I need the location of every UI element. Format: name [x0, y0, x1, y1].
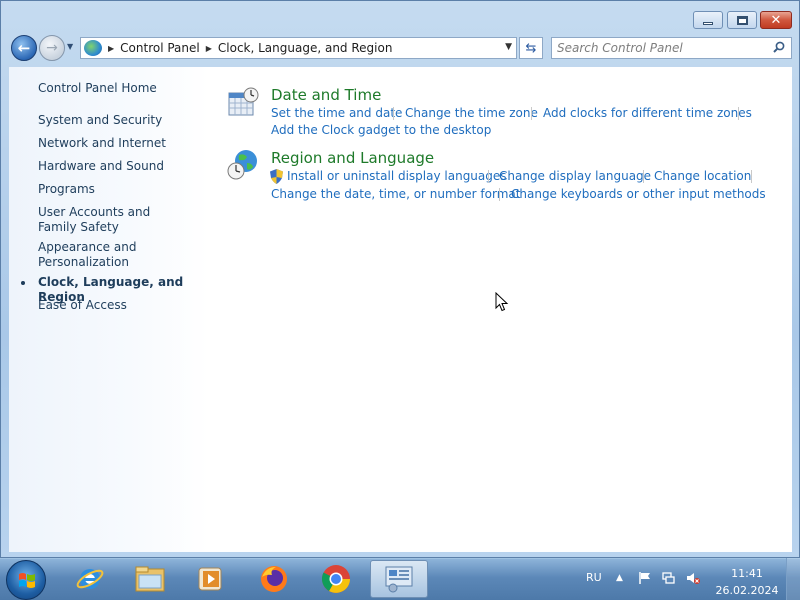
- internet-explorer-icon: [76, 569, 104, 589]
- minimize-icon: [703, 21, 713, 25]
- search-box[interactable]: [551, 37, 792, 59]
- taskbar-internet-explorer[interactable]: [64, 560, 116, 598]
- sidebar-item-hardware-sound[interactable]: Hardware and Sound: [38, 159, 208, 174]
- mouse-cursor-icon: [495, 292, 509, 312]
- category-title-date-time[interactable]: Date and Time: [271, 86, 381, 104]
- refresh-button[interactable]: ⇆: [519, 37, 543, 59]
- link-divider: [751, 170, 752, 183]
- sidebar-item-network-internet[interactable]: Network and Internet: [38, 136, 208, 151]
- back-button[interactable]: ←: [11, 35, 37, 61]
- address-bar[interactable]: ▶ Control Panel ▶ Clock, Language, and R…: [80, 37, 517, 59]
- uac-shield-icon: [270, 169, 283, 184]
- link-divider: [643, 170, 644, 183]
- control-panel-globe-icon: [84, 40, 102, 56]
- taskbar-media-player[interactable]: [184, 560, 236, 598]
- breadcrumb-separator-icon[interactable]: ▶: [206, 44, 212, 53]
- link-change-keyboards[interactable]: Change keyboards or other input methods: [511, 187, 766, 201]
- start-button[interactable]: [6, 560, 46, 600]
- recent-pages-dropdown[interactable]: ▼: [67, 42, 73, 51]
- link-change-time-zone[interactable]: Change the time zone: [405, 106, 538, 120]
- system-clock[interactable]: 11:41 26.02.2024: [715, 565, 779, 599]
- link-change-date-time-number-format[interactable]: Change the date, time, or number format: [271, 187, 520, 201]
- link-divider: [488, 170, 489, 183]
- sidebar-item-system-security[interactable]: System and Security: [38, 113, 208, 128]
- back-arrow-icon: ←: [17, 39, 31, 57]
- file-explorer-icon: [135, 566, 165, 592]
- control-panel-window: ✕ ← → ▼ ▶ Control Panel ▶ Clock, Languag…: [0, 0, 800, 558]
- media-player-icon: [198, 567, 222, 591]
- sidebar-item-ease-of-access[interactable]: Ease of Access: [38, 298, 208, 313]
- sidebar: Control Panel Home System and Security N…: [9, 67, 209, 552]
- firefox-icon: [261, 566, 287, 592]
- forward-button[interactable]: →: [39, 35, 65, 61]
- link-add-clocks[interactable]: Add clocks for different time zones: [543, 106, 752, 120]
- taskbar-firefox[interactable]: [248, 560, 300, 598]
- sidebar-item-control-panel-home[interactable]: Control Panel Home: [38, 81, 157, 95]
- breadcrumb-control-panel[interactable]: Control Panel: [120, 41, 200, 55]
- calendar-clock-icon[interactable]: [227, 87, 259, 119]
- taskbar-file-explorer[interactable]: [124, 560, 176, 598]
- close-icon: ✕: [770, 12, 782, 28]
- globe-clock-icon[interactable]: [227, 149, 259, 181]
- clock-time: 11:41: [731, 567, 763, 580]
- action-center-flag-icon[interactable]: [638, 571, 652, 585]
- control-panel-icon: [385, 566, 413, 593]
- taskbar-control-panel[interactable]: [370, 560, 428, 598]
- link-set-time-date[interactable]: Set the time and date: [271, 106, 402, 120]
- link-divider: [393, 107, 394, 120]
- volume-muted-icon[interactable]: [686, 571, 700, 585]
- language-indicator[interactable]: RU: [586, 571, 602, 584]
- show-desktop-button[interactable]: [786, 558, 800, 600]
- minimize-button[interactable]: [693, 11, 723, 29]
- link-change-location[interactable]: Change location: [654, 169, 751, 183]
- network-icon[interactable]: [662, 571, 676, 585]
- breadcrumb-clock-language-region[interactable]: Clock, Language, and Region: [218, 41, 393, 55]
- link-divider: [531, 107, 532, 120]
- refresh-icon: ⇆: [525, 40, 537, 56]
- clock-date: 26.02.2024: [715, 584, 779, 597]
- link-divider: [738, 107, 739, 120]
- link-install-uninstall-languages[interactable]: Install or uninstall display languages: [287, 169, 507, 183]
- close-button[interactable]: ✕: [760, 11, 792, 29]
- forward-arrow-icon: →: [46, 40, 58, 56]
- taskbar-chrome[interactable]: [310, 560, 362, 598]
- windows-logo-icon: [19, 573, 35, 588]
- search-icon[interactable]: [773, 41, 785, 53]
- category-title-region-language[interactable]: Region and Language: [271, 149, 434, 167]
- show-hidden-icons-button[interactable]: ▲: [616, 573, 623, 583]
- maximize-button[interactable]: [727, 11, 757, 29]
- sidebar-item-programs[interactable]: Programs: [38, 182, 208, 197]
- sidebar-item-user-accounts[interactable]: User Accounts and Family Safety: [38, 205, 188, 235]
- link-change-display-language[interactable]: Change display language: [499, 169, 651, 183]
- maximize-icon: [736, 15, 748, 25]
- address-dropdown-icon[interactable]: ▼: [505, 42, 512, 52]
- sidebar-item-appearance[interactable]: Appearance and Personalization: [38, 240, 148, 270]
- active-item-bullet: [21, 281, 25, 285]
- search-input[interactable]: [557, 41, 757, 55]
- breadcrumb-separator-icon[interactable]: ▶: [108, 44, 114, 53]
- title-bar: ✕: [1, 1, 800, 33]
- chrome-icon: [321, 565, 350, 593]
- link-divider: [499, 188, 500, 201]
- link-add-clock-gadget[interactable]: Add the Clock gadget to the desktop: [271, 123, 491, 137]
- navigation-bar: ← → ▼ ▶ Control Panel ▶ Clock, Language,…: [1, 33, 800, 63]
